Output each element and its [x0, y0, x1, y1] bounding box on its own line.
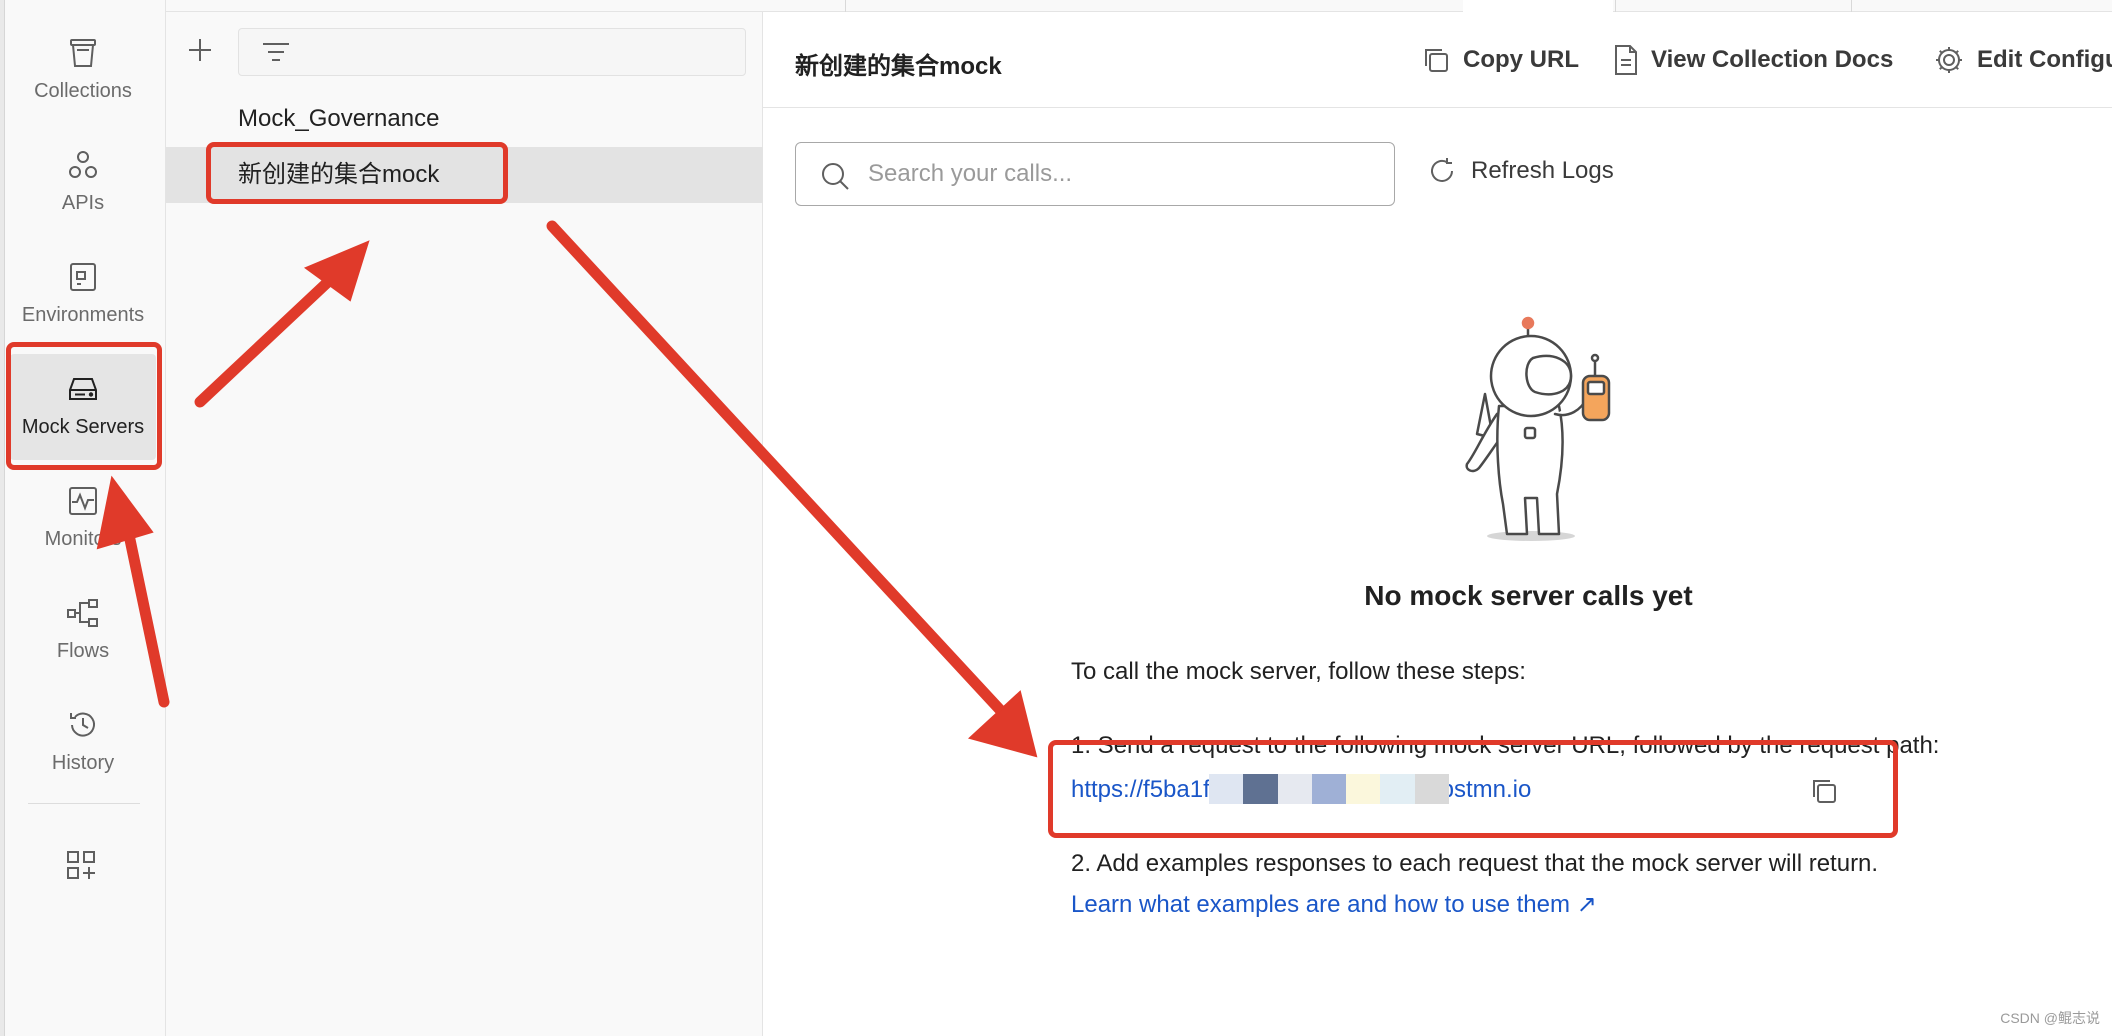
- rail-item-label: History: [51, 752, 115, 774]
- mock-server-header: 新创建的集合mock Copy URL View Collection Docs…: [763, 12, 2112, 108]
- tab-separator: [1615, 0, 1616, 12]
- rail-item-label: Collections: [34, 80, 132, 102]
- empty-state-step-2: 2. Add examples responses to each reques…: [1071, 850, 1879, 877]
- rail-item-apis[interactable]: APIs: [10, 130, 156, 236]
- copy-url-button[interactable]: Copy URL: [1421, 40, 1579, 80]
- rail-item-add-apps[interactable]: [64, 848, 98, 887]
- refresh-icon: [1431, 158, 1453, 182]
- view-collection-docs-label: View Collection Docs: [1651, 46, 1894, 73]
- tab-separator: [845, 0, 846, 12]
- history-icon: [70, 712, 95, 737]
- copy-url-label: Copy URL: [1463, 46, 1579, 73]
- monitors-icon: [69, 487, 97, 515]
- rail-item-monitors[interactable]: Monitors: [10, 466, 156, 572]
- rail-item-environments[interactable]: Environments: [10, 242, 156, 348]
- flows-icon: [67, 599, 98, 627]
- collections-icon: [70, 39, 96, 67]
- annotation-box-collection: [206, 142, 508, 204]
- tab-separator: [1851, 0, 1852, 12]
- refresh-logs-label: Refresh Logs: [1471, 157, 1614, 184]
- rail-item-flows[interactable]: Flows: [10, 578, 156, 684]
- plus-icon: [189, 39, 211, 61]
- copy-icon: [1425, 49, 1448, 72]
- add-apps-icon: [67, 851, 95, 879]
- search-input[interactable]: [868, 155, 1368, 193]
- rail-item-label: Monitors: [44, 528, 122, 550]
- tab-row: [763, 0, 2112, 13]
- rail-item-label: Flows: [56, 640, 110, 662]
- annotation-box-mock-servers: [6, 342, 162, 470]
- view-collection-docs-button[interactable]: View Collection Docs: [1613, 40, 1893, 80]
- astronaut-illustration: [1465, 316, 1611, 541]
- apis-icon: [69, 151, 97, 178]
- search-calls-box: [795, 142, 1395, 206]
- empty-state-intro: To call the mock server, follow these st…: [1071, 658, 1526, 685]
- edit-configuration-button[interactable]: Edit Configu: [1933, 40, 2112, 80]
- watermark: CSDN @鲲志说: [2000, 1010, 2100, 1026]
- filter-icon: [263, 43, 289, 61]
- main-pane: 新创建的集合mock Copy URL View Collection Docs…: [763, 0, 2112, 1036]
- empty-state-title: No mock server calls yet: [1364, 580, 1693, 611]
- document-icon: [1615, 45, 1637, 75]
- gear-icon: [1936, 47, 1962, 73]
- rail-item-label: Environments: [21, 304, 145, 326]
- environments-icon: [70, 263, 96, 291]
- learn-examples-link[interactable]: Learn what examples are and how to use t…: [1071, 890, 1597, 919]
- annotation-box-mock-url: [1048, 740, 1898, 838]
- sidebar-filter-input[interactable]: [238, 28, 746, 76]
- rail-divider: [28, 803, 140, 804]
- rail-item-label: APIs: [61, 192, 105, 214]
- left-navigation-rail: Collections APIs Environments Mock Serve…: [0, 0, 166, 1036]
- window-edge: [0, 0, 5, 1036]
- rail-item-collections[interactable]: Collections: [10, 18, 156, 124]
- rail-item-history[interactable]: History: [10, 690, 156, 796]
- sidebar-item-label: Mock_Governance: [238, 105, 440, 132]
- new-mock-server-button[interactable]: [186, 36, 214, 69]
- sidebar-item-mock-governance[interactable]: Mock_Governance: [166, 91, 763, 147]
- search-icon: [822, 163, 849, 190]
- refresh-logs-button[interactable]: Refresh Logs: [1427, 156, 1614, 186]
- page-title: 新创建的集合mock: [795, 53, 1002, 80]
- edit-configuration-label: Edit Configu: [1977, 46, 2112, 73]
